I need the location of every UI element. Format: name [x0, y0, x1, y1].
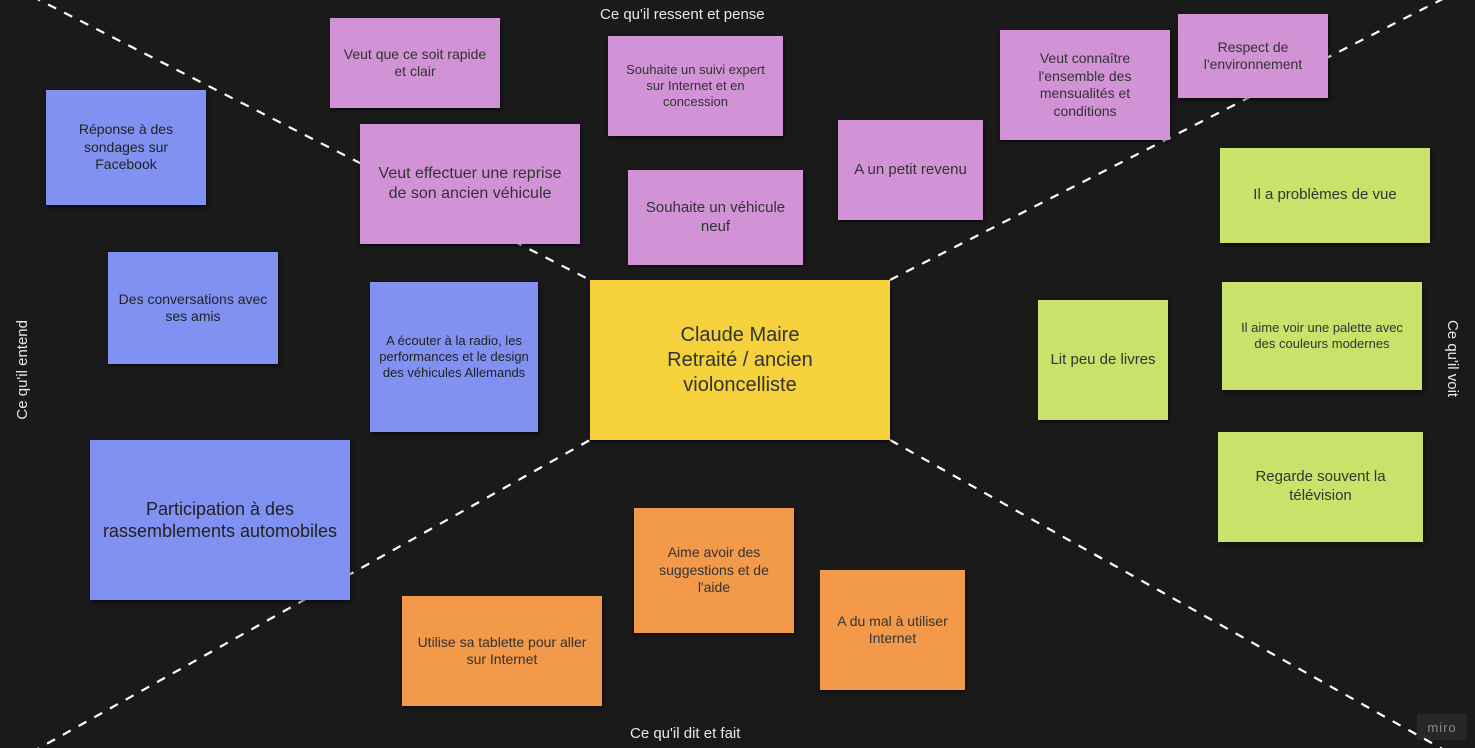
note-hears-radio[interactable]: A écouter à la radio, les performances e… [370, 282, 538, 432]
persona-role2: violoncelliste [683, 373, 796, 398]
section-label-top: Ce qu'il ressent et pense [600, 6, 765, 23]
empathy-map-canvas[interactable]: Ce qu'il ressent et pense Ce qu'il dit e… [0, 0, 1475, 748]
note-does-suggestions[interactable]: Aime avoir des suggestions et de l'aide [634, 508, 794, 633]
section-label-bottom: Ce qu'il dit et fait [630, 725, 740, 742]
center-persona-card[interactable]: Claude Maire Retraité / ancien violoncel… [590, 280, 890, 440]
note-hears-surveys[interactable]: Réponse à des sondages sur Facebook [46, 90, 206, 205]
miro-logo: miro [1417, 714, 1467, 740]
note-sees-palette[interactable]: Il aime voir une palette avec des couleu… [1222, 282, 1422, 390]
note-hears-friends[interactable]: Des conversations avec ses amis [108, 252, 278, 364]
persona-name: Claude Maire [681, 323, 800, 348]
note-thinks-new-vehicle[interactable]: Souhaite un véhicule neuf [628, 170, 803, 265]
section-label-right: Ce qu'il voit [1444, 320, 1461, 397]
note-thinks-environment[interactable]: Respect de l'environnement [1178, 14, 1328, 98]
note-thinks-fast-clear[interactable]: Veut que ce soit rapide et clair [330, 18, 500, 108]
note-sees-tv[interactable]: Regarde souvent la télévision [1218, 432, 1423, 542]
note-does-internet[interactable]: A du mal à utiliser Internet [820, 570, 965, 690]
note-thinks-payments[interactable]: Veut connaître l'ensemble des mensualité… [1000, 30, 1170, 140]
section-label-left: Ce qu'il entend [14, 320, 31, 420]
note-sees-vision[interactable]: Il a problèmes de vue [1220, 148, 1430, 243]
note-thinks-trade-in[interactable]: Veut effectuer une reprise de son ancien… [360, 124, 580, 244]
note-thinks-low-income[interactable]: A un petit revenu [838, 120, 983, 220]
note-hears-gatherings[interactable]: Participation à des rassemblements autom… [90, 440, 350, 600]
note-sees-few-books[interactable]: Lit peu de livres [1038, 300, 1168, 420]
persona-role1: Retraité / ancien [667, 348, 813, 373]
note-thinks-expert[interactable]: Souhaite un suivi expert sur Internet et… [608, 36, 783, 136]
note-does-tablet[interactable]: Utilise sa tablette pour aller sur Inter… [402, 596, 602, 706]
